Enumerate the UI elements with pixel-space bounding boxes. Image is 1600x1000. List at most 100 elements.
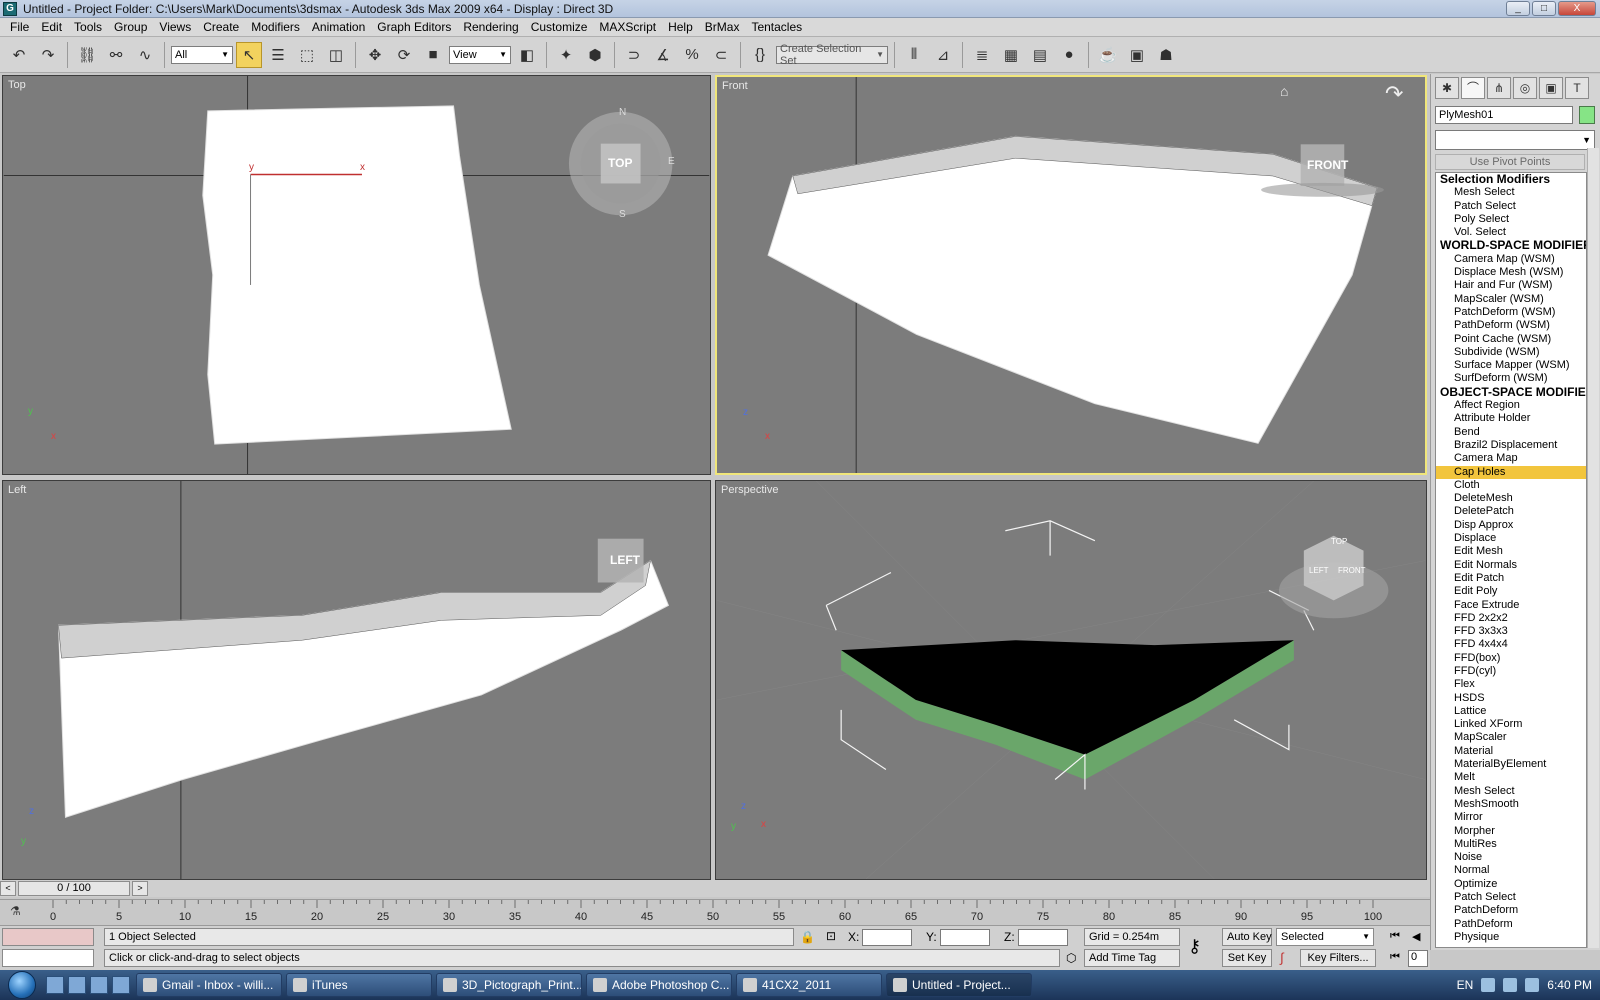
object-name-input[interactable]: PlyMesh01 bbox=[1435, 106, 1573, 124]
quick-render-icon[interactable]: ☗ bbox=[1153, 42, 1179, 68]
hierarchy-tab-icon[interactable]: ⋔ bbox=[1487, 77, 1511, 99]
pivot-center-icon[interactable]: ◧ bbox=[514, 42, 540, 68]
menu-tools[interactable]: Tools bbox=[68, 20, 108, 34]
align-icon[interactable]: ⊿ bbox=[930, 42, 956, 68]
modifier-list-item[interactable]: Cloth bbox=[1436, 479, 1586, 492]
modifier-list-item[interactable]: Displace bbox=[1436, 532, 1586, 545]
viewport-top[interactable]: Top TOP N S E x y x y bbox=[2, 75, 711, 475]
modifier-list-item[interactable]: Flex bbox=[1436, 678, 1586, 691]
modifier-list-item[interactable]: Vol. Select bbox=[1436, 226, 1586, 239]
menu-brmax[interactable]: BrMax bbox=[699, 20, 746, 34]
viewport-front[interactable]: Front ⌂ ↷ FRONT x z bbox=[715, 75, 1427, 475]
selection-filter-dropdown[interactable]: All ▼ bbox=[171, 45, 233, 64]
move-icon[interactable]: ✥ bbox=[362, 42, 388, 68]
set-key-button[interactable]: Set Key bbox=[1222, 949, 1272, 967]
viewport-label[interactable]: Top bbox=[8, 79, 26, 91]
modifier-list-item[interactable]: MapScaler (WSM) bbox=[1436, 293, 1586, 306]
select-manipulate-icon[interactable]: ✦ bbox=[553, 42, 579, 68]
modify-tab-icon[interactable]: ⌒ bbox=[1461, 77, 1485, 99]
viewcube-top-label[interactable]: TOP bbox=[1331, 537, 1347, 546]
use-pivot-points-button[interactable]: Use Pivot Points bbox=[1435, 154, 1585, 170]
modifier-list-item[interactable]: Cap Holes bbox=[1436, 465, 1586, 479]
modifier-list-item[interactable]: FFD 3x3x3 bbox=[1436, 625, 1586, 638]
modifier-list-item[interactable]: PatchDeform bbox=[1436, 904, 1586, 917]
track-bar[interactable]: ⚗ 0 5 10 15 20 25 30 35 40 45 50 55 60 65 70 75 80 85 90 95… bbox=[0, 899, 1430, 924]
modifier-list-item[interactable]: Material bbox=[1436, 745, 1586, 758]
edit-named-selections-icon[interactable]: {} bbox=[747, 42, 773, 68]
viewcube-face-label[interactable]: TOP bbox=[608, 156, 632, 170]
switch-windows-icon[interactable] bbox=[68, 976, 86, 994]
time-tag-icon[interactable]: ⬡ bbox=[1066, 951, 1076, 965]
scale-icon[interactable]: ■ bbox=[420, 42, 446, 68]
menu-modifiers[interactable]: Modifiers bbox=[245, 20, 306, 34]
app-icon[interactable]: G bbox=[3, 1, 17, 16]
task-pictograph[interactable]: 3D_Pictograph_Print... bbox=[436, 973, 582, 997]
modifier-list-item[interactable]: DeletePatch bbox=[1436, 505, 1586, 518]
modifier-list-item[interactable]: Poly Select bbox=[1436, 213, 1586, 226]
start-button[interactable] bbox=[0, 970, 44, 1000]
spinner-snap-icon[interactable]: ⊂ bbox=[708, 42, 734, 68]
modifier-list-item[interactable]: HSDS bbox=[1436, 692, 1586, 705]
modifier-list-scrollbar[interactable] bbox=[1587, 148, 1599, 948]
internet-explorer-icon[interactable] bbox=[90, 976, 108, 994]
modifier-list-item[interactable]: PathDeform bbox=[1436, 918, 1586, 931]
add-time-tag-button[interactable]: Add Time Tag bbox=[1084, 949, 1180, 967]
mirror-icon[interactable]: ⫴ bbox=[901, 42, 927, 68]
modifier-list-item[interactable]: Camera Map bbox=[1436, 452, 1586, 465]
modifier-list-item[interactable]: Patch Select bbox=[1436, 200, 1586, 213]
viewcube-front-label[interactable]: FRONT bbox=[1338, 566, 1366, 575]
modifier-list-item[interactable]: Mesh Select bbox=[1436, 186, 1586, 199]
modifier-list-dropdown[interactable]: ▼ bbox=[1435, 130, 1595, 150]
window-crossing-icon[interactable]: ◫ bbox=[323, 42, 349, 68]
modifier-list-item[interactable]: Morpher bbox=[1436, 825, 1586, 838]
modifier-list-item[interactable]: PatchDeform (WSM) bbox=[1436, 306, 1586, 319]
modifier-list-item[interactable]: Patch Select bbox=[1436, 891, 1586, 904]
menu-group[interactable]: Group bbox=[108, 20, 153, 34]
modifier-list-item[interactable]: Mirror bbox=[1436, 811, 1586, 824]
modifier-list-item[interactable]: Hair and Fur (WSM) bbox=[1436, 279, 1586, 292]
layer-manager-icon[interactable]: ≣ bbox=[969, 42, 995, 68]
viewcube-face-label[interactable]: FRONT bbox=[1307, 158, 1348, 172]
task-3dsmax[interactable]: Untitled - Project... bbox=[886, 973, 1032, 997]
select-by-name-icon[interactable]: ☰ bbox=[265, 42, 291, 68]
task-41cx2[interactable]: 41CX2_2011 bbox=[736, 973, 882, 997]
menu-tentacles[interactable]: Tentacles bbox=[745, 20, 808, 34]
material-editor-icon[interactable]: ● bbox=[1056, 42, 1082, 68]
current-frame-input[interactable]: 0 bbox=[1408, 950, 1428, 967]
modifier-list-item[interactable]: Linked XForm bbox=[1436, 718, 1586, 731]
snap-toggle-icon[interactable]: ⊃ bbox=[621, 42, 647, 68]
utilities-tab-icon[interactable]: T bbox=[1565, 77, 1589, 99]
schematic-view-icon[interactable]: ▤ bbox=[1027, 42, 1053, 68]
render-setup-icon[interactable]: ☕ bbox=[1095, 42, 1121, 68]
time-slider[interactable]: 0 / 100 bbox=[18, 881, 130, 896]
modifier-list-item[interactable]: DeleteMesh bbox=[1436, 492, 1586, 505]
menu-create[interactable]: Create bbox=[197, 20, 245, 34]
modifier-list-item[interactable]: FFD 4x4x4 bbox=[1436, 638, 1586, 651]
quicklaunch-app-icon[interactable] bbox=[112, 976, 130, 994]
menu-maxscript[interactable]: MAXScript bbox=[593, 20, 662, 34]
modifier-list-item[interactable]: PathDeform (WSM) bbox=[1436, 319, 1586, 332]
modifier-list-item[interactable]: FFD(box) bbox=[1436, 652, 1586, 665]
rectangular-selection-icon[interactable]: ⬚ bbox=[294, 42, 320, 68]
key-mode-dropdown[interactable]: Selected ▼ bbox=[1276, 928, 1374, 946]
network-icon[interactable] bbox=[1481, 978, 1496, 992]
y-coordinate-input[interactable] bbox=[940, 929, 990, 946]
modifier-list-item[interactable]: Normal bbox=[1436, 864, 1586, 877]
viewport-label[interactable]: Front bbox=[722, 80, 748, 92]
create-tab-icon[interactable]: ✱ bbox=[1435, 77, 1459, 99]
reference-coordinate-dropdown[interactable]: View ▼ bbox=[449, 45, 511, 64]
x-coordinate-input[interactable] bbox=[862, 929, 912, 946]
modifier-list-item[interactable]: Face Extrude bbox=[1436, 599, 1586, 612]
orbit-arrow-icon[interactable]: ↷ bbox=[1385, 81, 1403, 107]
modifier-list-item[interactable]: FFD(cyl) bbox=[1436, 665, 1586, 678]
menu-file[interactable]: File bbox=[4, 20, 35, 34]
modifier-list-item[interactable]: Noise bbox=[1436, 851, 1586, 864]
modifier-list-item[interactable]: Point Cache (WSM) bbox=[1436, 333, 1586, 346]
show-desktop-icon[interactable] bbox=[46, 976, 64, 994]
home-icon[interactable]: ⌂ bbox=[1280, 83, 1288, 99]
modifier-list-item[interactable]: MaterialByElement bbox=[1436, 758, 1586, 771]
time-prev-arrow[interactable]: < bbox=[0, 881, 16, 896]
menu-edit[interactable]: Edit bbox=[35, 20, 68, 34]
viewport-label[interactable]: Left bbox=[8, 484, 26, 496]
modifier-list-item[interactable]: Disp Approx bbox=[1436, 519, 1586, 532]
